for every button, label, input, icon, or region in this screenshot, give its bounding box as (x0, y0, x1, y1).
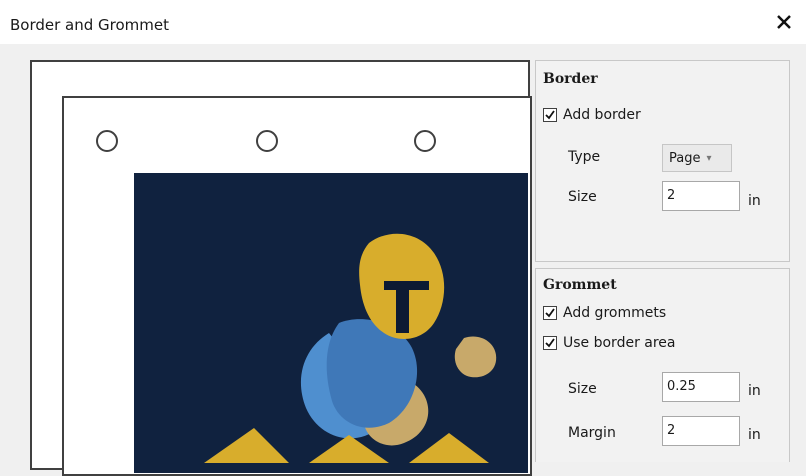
margin-unit: in (748, 427, 761, 443)
grommet-size-input[interactable]: 0.25 (662, 372, 740, 402)
dialog-titlebar: Border and Grommet (0, 0, 806, 45)
use-border-area-checkbox[interactable]: Use border area (543, 333, 676, 353)
spartan-logo-image (204, 233, 497, 463)
margin-label: Margin (568, 425, 616, 441)
border-section-title: Border (543, 71, 598, 87)
type-select[interactable]: Page ▾ (662, 144, 732, 172)
add-grommets-checkbox[interactable]: Add grommets (543, 303, 666, 323)
grommet-marker (256, 130, 278, 152)
use-border-area-label: Use border area (563, 335, 676, 351)
check-icon (545, 338, 555, 348)
close-icon[interactable] (770, 8, 798, 36)
type-value: Page (669, 150, 701, 166)
checkbox-icon[interactable] (543, 108, 557, 122)
preview-artwork (134, 173, 528, 473)
border-size-unit: in (748, 193, 761, 209)
border-size-input[interactable]: 2 (662, 181, 740, 211)
border-size-label: Size (568, 189, 597, 205)
checkbox-icon[interactable] (543, 306, 557, 320)
add-border-label: Add border (563, 107, 641, 123)
add-grommets-label: Add grommets (563, 305, 667, 321)
margin-input[interactable]: 2 (662, 416, 740, 446)
grommet-size-label: Size (568, 381, 597, 397)
chevron-down-icon: ▾ (706, 152, 712, 164)
grommet-section-title: Grommet (543, 277, 617, 293)
checkbox-icon[interactable] (543, 336, 557, 350)
grommet-size-unit: in (748, 383, 761, 399)
type-label: Type (568, 149, 601, 165)
grommet-panel: Grommet Add grommets Use border area Siz… (535, 268, 790, 462)
grommet-marker (414, 130, 436, 152)
add-border-checkbox[interactable]: Add border (543, 105, 641, 125)
grommet-marker (96, 130, 118, 152)
border-panel: Border Add border Type Page ▾ Size 2 in (535, 60, 790, 262)
check-icon (545, 110, 555, 120)
check-icon (545, 308, 555, 318)
dialog-title: Border and Grommet (10, 16, 170, 34)
